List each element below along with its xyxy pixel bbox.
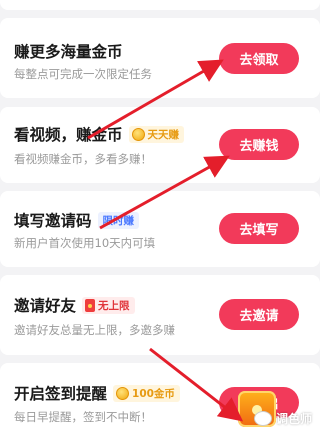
task-title-row: 邀请好友 无上限 bbox=[14, 294, 135, 316]
task-subtitle: 新用户首次使用10天内可填 bbox=[14, 236, 156, 250]
claim-button[interactable]: 去领取 bbox=[219, 43, 299, 74]
task-title: 开启签到提醒 bbox=[14, 385, 108, 403]
task-title-row: 开启签到提醒 100金币 bbox=[14, 382, 180, 404]
badge-label: 无上限 bbox=[98, 299, 130, 312]
task-title: 赚更多海量金币 bbox=[14, 43, 123, 61]
task-title: 看视频，赚金币 bbox=[14, 126, 123, 144]
task-card-more-coins: 赚更多海量金币 每整点可完成一次限定任务 去领取 bbox=[0, 18, 320, 98]
task-subtitle: 看视频赚金币，多看多赚！ bbox=[14, 152, 152, 166]
fill-in-button[interactable]: 去填写 bbox=[219, 213, 299, 244]
badge-label: 100金币 bbox=[132, 387, 175, 400]
badge-label: 天天赚 bbox=[147, 128, 180, 141]
earn-money-button[interactable]: 去赚钱 bbox=[219, 129, 299, 160]
task-subtitle: 每整点可完成一次限定任务 bbox=[14, 67, 152, 81]
task-title: 填写邀请码 bbox=[14, 212, 92, 230]
task-card-invite-code: 填写邀请码 限时赚 新用户首次使用10天内可填 去填写 bbox=[0, 191, 320, 267]
task-list-page: 赚更多海量金币 每整点可完成一次限定任务 去领取 看视频，赚金币 天天赚 看视频… bbox=[0, 0, 320, 434]
unlimited-badge: 无上限 bbox=[82, 296, 135, 314]
watermark: 调色师 bbox=[254, 410, 312, 427]
badge-label: 限时赚 bbox=[102, 214, 135, 227]
limited-time-badge: 限时赚 bbox=[97, 211, 140, 229]
task-title: 邀请好友 bbox=[14, 297, 77, 315]
invite-button[interactable]: 去邀请 bbox=[219, 299, 299, 330]
coin-icon bbox=[131, 127, 145, 141]
watermark-text: 调色师 bbox=[276, 412, 313, 426]
task-card-invite-friends: 邀请好友 无上限 邀请好友总量无上限，多邀多赚 去邀请 bbox=[0, 275, 320, 355]
coin-icon bbox=[116, 386, 130, 400]
task-card-watch-video: 看视频，赚金币 天天赚 看视频赚金币，多看多赚！ 去赚钱 bbox=[0, 107, 320, 183]
red-packet-icon bbox=[85, 298, 96, 312]
previous-card bbox=[0, 0, 320, 10]
coin-reward-badge: 100金币 bbox=[113, 384, 180, 402]
daily-earn-badge: 天天赚 bbox=[128, 125, 185, 143]
task-subtitle: 每日早提醒，签到不中断！ bbox=[14, 410, 152, 424]
task-subtitle: 邀请好友总量无上限，多邀多赚 bbox=[14, 323, 175, 337]
wechat-icon bbox=[254, 411, 272, 426]
task-title-row: 填写邀请码 限时赚 bbox=[14, 209, 140, 231]
task-title-row: 看视频，赚金币 天天赚 bbox=[14, 123, 185, 145]
